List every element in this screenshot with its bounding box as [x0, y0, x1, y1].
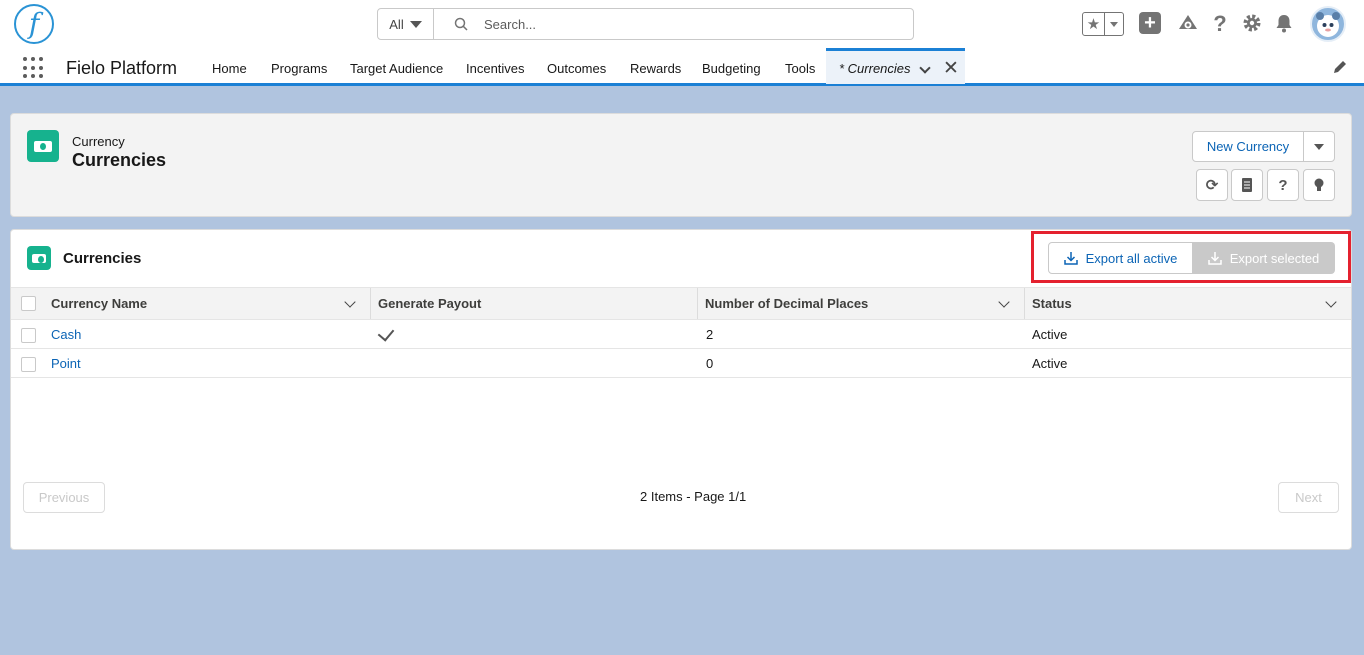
new-currency-dropdown[interactable]: [1303, 131, 1335, 162]
plus-icon: +: [1144, 12, 1156, 34]
row-checkbox[interactable]: [21, 328, 36, 343]
page-title: Currencies: [72, 150, 167, 170]
user-avatar[interactable]: [1310, 6, 1346, 42]
currency-icon: [27, 246, 51, 270]
nav-item-outcomes[interactable]: Outcomes: [547, 61, 606, 76]
search-scope-dropdown[interactable]: All: [378, 9, 434, 39]
column-header-currency-name[interactable]: Currency Name: [51, 288, 147, 319]
previous-button[interactable]: Previous: [23, 482, 105, 513]
page-header: Currency Currencies New Currency ⟳ ?: [10, 113, 1352, 217]
highlight-box: [1031, 231, 1351, 283]
tab-currencies-label: * Currencies: [839, 61, 911, 76]
nav-item-target-audience[interactable]: Target Audience: [350, 61, 443, 76]
edit-nav-icon[interactable]: [1331, 58, 1349, 76]
decimal-places-cell: 0: [706, 356, 714, 371]
table-header: Currency Name Generate Payout Number of …: [11, 287, 1351, 320]
column-divider: [370, 288, 371, 319]
chevron-down-icon: [1110, 21, 1118, 27]
chevron-down-icon[interactable]: [919, 62, 931, 74]
chevron-down-icon[interactable]: [344, 296, 356, 308]
favorites-button[interactable]: ★: [1082, 12, 1124, 36]
column-divider: [697, 288, 698, 319]
column-divider: [1024, 288, 1025, 319]
page-entity-label: Currency: [72, 134, 125, 149]
bell-icon[interactable]: [1273, 12, 1295, 34]
checkmark-icon: [377, 324, 395, 342]
nav-item-home[interactable]: Home: [212, 61, 247, 76]
chevron-down-icon[interactable]: [998, 296, 1010, 308]
currencies-list-card: Currencies Export all active Export sele…: [10, 229, 1352, 550]
help-icon[interactable]: ?: [1267, 169, 1299, 201]
lightbulb-icon[interactable]: [1303, 169, 1335, 201]
app-name: Fielo Platform: [66, 58, 178, 78]
status-cell: Active: [1032, 356, 1068, 371]
nav-item-incentives[interactable]: Incentives: [466, 61, 525, 76]
app-nav-bar: Fielo Platform Home Programs Target Audi…: [0, 48, 1364, 86]
column-header-status[interactable]: Status: [1032, 288, 1072, 319]
global-search: All: [377, 8, 914, 40]
refresh-icon[interactable]: ⟳: [1196, 169, 1228, 201]
row-checkbox[interactable]: [21, 357, 36, 372]
global-header: f All ★ + ?: [0, 0, 1364, 49]
select-all-checkbox[interactable]: [21, 296, 36, 311]
currency-name-link[interactable]: Cash: [51, 327, 81, 342]
decimal-places-cell: 2: [706, 327, 714, 342]
nav-item-rewards[interactable]: Rewards: [630, 61, 681, 76]
column-header-generate-payout[interactable]: Generate Payout: [378, 288, 481, 319]
chevron-down-icon: [1314, 143, 1324, 150]
chevron-down-icon[interactable]: [1325, 296, 1337, 308]
chevron-down-icon: [409, 20, 422, 28]
list-title: Currencies: [63, 250, 142, 267]
currency-name-link[interactable]: Point: [51, 356, 81, 371]
tab-currencies[interactable]: * Currencies ✕: [826, 48, 965, 84]
search-input[interactable]: [484, 16, 884, 32]
trailhead-icon[interactable]: [1177, 12, 1199, 34]
currency-icon: [27, 130, 59, 162]
close-icon[interactable]: ✕: [943, 57, 959, 80]
currencies-table: Currency Name Generate Payout Number of …: [11, 287, 1351, 378]
new-currency-button[interactable]: New Currency: [1192, 131, 1304, 162]
search-field: [434, 9, 913, 39]
star-icon: ★: [1083, 13, 1105, 35]
nav-item-budgeting[interactable]: Budgeting: [702, 61, 761, 76]
table-row: Point 0 Active: [11, 349, 1351, 378]
nav-item-tools[interactable]: Tools: [785, 61, 815, 76]
fielo-logo[interactable]: f: [14, 4, 54, 44]
next-button[interactable]: Next: [1278, 482, 1339, 513]
notebook-icon[interactable]: [1231, 169, 1263, 201]
status-cell: Active: [1032, 327, 1068, 342]
global-actions-button[interactable]: +: [1139, 12, 1161, 34]
search-icon: [454, 17, 468, 31]
favorites-dropdown[interactable]: [1105, 21, 1123, 27]
pagination-info: 2 Items - Page 1/1: [640, 489, 747, 504]
help-icon[interactable]: ?: [1210, 11, 1230, 36]
gear-icon[interactable]: [1241, 12, 1263, 34]
search-scope-label: All: [389, 16, 404, 32]
nav-item-programs[interactable]: Programs: [271, 61, 327, 76]
column-header-decimal-places[interactable]: Number of Decimal Places: [705, 288, 868, 319]
app-launcher-icon[interactable]: [23, 57, 45, 79]
table-row: Cash 2 Active: [11, 320, 1351, 349]
